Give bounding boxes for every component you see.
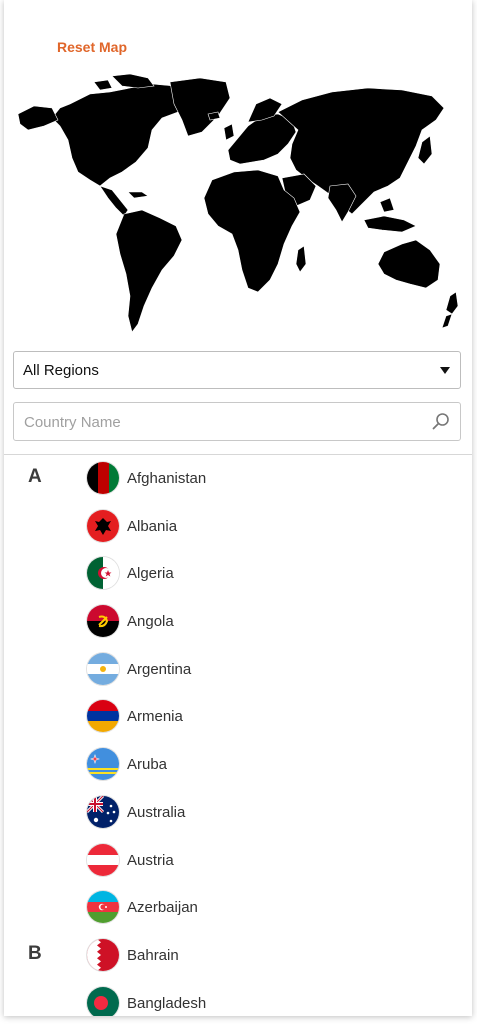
map-greenland [169,77,231,137]
angola-flag-icon [87,605,119,638]
country-search-input[interactable] [22,403,426,441]
bahrain-flag-icon [87,938,119,971]
bangladesh-flag-icon [87,986,119,1016]
list-item[interactable]: Argentina [4,652,472,701]
country-name: Bangladesh [127,994,207,1012]
group-letter: B [28,942,42,964]
group-letter: A [28,466,42,487]
albania-flag-icon [87,509,119,542]
algeria-flag-icon [87,557,119,590]
aruba-flag-icon [87,748,119,781]
country-name: Albania [127,517,178,535]
country-name: Australia [127,803,186,821]
reset-map-link[interactable]: Reset Map [57,39,127,55]
map-south-america [115,209,183,333]
map-alaska [17,105,59,131]
country-name: Armenia [127,708,183,726]
list-item[interactable]: Armenia [4,700,472,748]
map-australia [377,239,441,289]
country-list: A Afghanistan Albania Algeria Angola Arg… [4,462,472,1016]
country-name: Afghanistan [127,470,207,487]
region-dropdown-value: All Regions [23,361,99,379]
country-name: Argentina [127,660,192,678]
country-name: Algeria [127,565,174,583]
list-item[interactable]: Aruba [4,748,472,796]
list-item[interactable]: Albania [4,509,472,558]
list-item[interactable]: Azerbaijan [4,891,472,939]
caret-down-icon [440,367,450,374]
map-india [327,183,357,223]
country-search-box [13,402,461,441]
list-item[interactable]: Australia [4,795,472,844]
list-item[interactable]: Bangladesh [4,986,472,1016]
armenia-flag-icon [87,700,119,733]
country-name: Angola [127,613,174,631]
austria-flag-icon [87,843,119,876]
country-name: Austria [127,851,174,869]
country-name: Aruba [127,756,168,774]
country-name: Azerbaijan [127,899,198,917]
world-map[interactable] [12,74,464,336]
map-north-america [51,83,185,187]
list-item[interactable]: Angola [4,605,472,653]
region-dropdown[interactable]: All Regions [13,351,461,389]
argentina-flag-icon [87,652,119,685]
azerbaijan-flag-icon [87,891,119,924]
afghanistan-flag-icon [87,462,119,494]
map-central-america [99,185,129,217]
list-item[interactable]: A Afghanistan [4,462,472,510]
country-selector-panel: Reset Map All Regions Country Name A Afg… [4,0,472,1016]
list-item[interactable]: Austria [4,843,472,892]
map-europe [227,113,297,165]
australia-flag-icon [87,795,119,828]
search-icon[interactable] [432,412,450,430]
list-item[interactable]: Algeria [4,557,472,605]
list-item[interactable]: B Bahrain [4,938,472,987]
list-divider [4,454,472,455]
country-name: Bahrain [127,946,179,964]
